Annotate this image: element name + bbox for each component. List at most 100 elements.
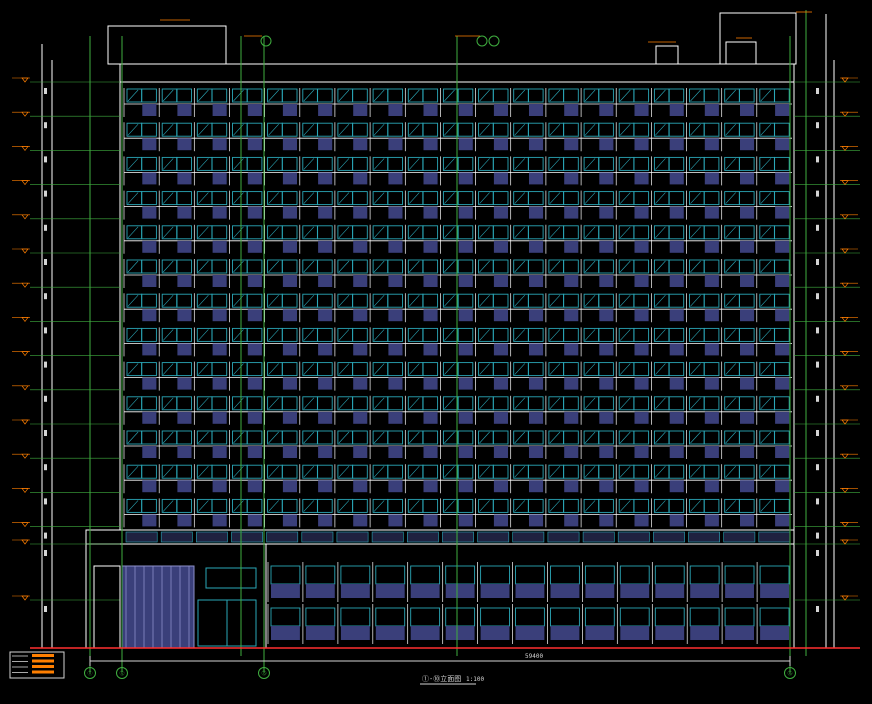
dimension-glyph <box>44 498 47 505</box>
podium-window-glass <box>271 626 300 640</box>
tower-window-glass <box>247 411 262 424</box>
tower-window-glass <box>529 377 544 390</box>
tower-window-glass <box>318 104 333 116</box>
podium-window-glass <box>271 584 300 598</box>
tower-window-glass <box>634 275 649 287</box>
tower-window-glass <box>142 138 157 151</box>
tower-window-glass <box>493 104 508 116</box>
tower-window-glass <box>212 206 227 219</box>
tower-window-glass <box>669 275 684 287</box>
transfer-window <box>196 531 228 543</box>
tower-window-glass <box>353 377 368 390</box>
tower-window-glass <box>353 104 368 116</box>
tower-window-glass <box>458 377 473 390</box>
tower-window-glass <box>740 309 755 322</box>
podium-window-glass <box>515 626 545 640</box>
tower-window-glass <box>142 514 157 527</box>
tower-window-glass <box>493 172 508 185</box>
tower-window-glass <box>740 411 755 424</box>
tower-window-glass <box>318 172 333 185</box>
tower-window-glass <box>458 104 473 116</box>
tower-window-glass <box>142 377 157 390</box>
legend-label-block <box>32 654 54 657</box>
podium-window-glass <box>410 626 440 640</box>
dimension-glyph <box>44 156 47 163</box>
dimension-glyph <box>44 224 47 231</box>
tower-window-glass <box>775 206 790 219</box>
tower-window-glass <box>493 343 508 356</box>
legend-label-block <box>32 665 54 668</box>
tower-window-glass <box>740 104 755 116</box>
podium-window-glass <box>585 626 615 640</box>
tower-window-glass <box>458 309 473 322</box>
tower-window-glass <box>388 343 403 356</box>
legend-label-block <box>32 659 54 663</box>
podium-window-glass <box>305 626 335 640</box>
tower-window-glass <box>318 377 333 390</box>
axis-label: ⑪ <box>87 670 92 677</box>
transfer-window <box>512 531 545 543</box>
podium-window-glass <box>410 584 440 598</box>
tower-window-glass <box>142 172 157 185</box>
tower-window-glass <box>388 480 403 493</box>
tower-window-glass <box>423 411 438 424</box>
tower-window-glass <box>177 275 192 287</box>
dimension-glyph <box>816 190 819 197</box>
tower-window-glass <box>423 480 438 493</box>
tower-window-glass <box>493 514 508 527</box>
tower-window-glass <box>282 411 297 424</box>
tower-window-glass <box>669 446 684 458</box>
tower-window-glass <box>599 138 614 151</box>
tower-window-glass <box>458 446 473 458</box>
transfer-window <box>301 531 334 543</box>
tower-window-glass <box>247 206 262 219</box>
tower-window-glass <box>177 446 192 458</box>
entrance-glass-wall <box>121 565 195 649</box>
dimension-glyph <box>816 88 819 94</box>
tower-window-glass <box>247 309 262 322</box>
tower-window-glass <box>353 343 368 356</box>
tower-window-glass <box>458 138 473 151</box>
tower-window-glass <box>318 446 333 458</box>
dimension-glyph <box>816 606 819 612</box>
tower-window-glass <box>704 240 719 253</box>
tower-window-glass <box>458 172 473 185</box>
tower-window-glass <box>775 104 790 116</box>
podium-window-glass <box>655 584 685 598</box>
dimension-glyph <box>816 122 819 129</box>
tower-window-glass <box>388 514 403 527</box>
tower-window-glass <box>564 240 579 253</box>
tower-window-glass <box>423 172 438 185</box>
tower-window-glass <box>458 343 473 356</box>
tower-window-glass <box>564 411 579 424</box>
tower-window-glass <box>247 138 262 151</box>
dimension-glyph <box>44 430 47 436</box>
podium-window-glass <box>480 584 510 598</box>
tower-window-glass <box>740 480 755 493</box>
tower-window-glass <box>634 240 649 253</box>
drawing-scale: 1:100 <box>466 676 484 683</box>
tower-window-glass <box>458 411 473 424</box>
tower-window-glass <box>775 480 790 493</box>
tower-window-glass <box>353 240 368 253</box>
tower-window-glass <box>775 343 790 356</box>
tower-window-glass <box>740 206 755 219</box>
tower-window-glass <box>669 480 684 493</box>
tower-window-glass <box>740 275 755 287</box>
podium-window-glass <box>585 584 615 598</box>
tower-window-glass <box>458 206 473 219</box>
tower-window-glass <box>704 343 719 356</box>
tower-window-glass <box>458 514 473 527</box>
tower-window-glass <box>599 240 614 253</box>
tower-window-glass <box>599 514 614 527</box>
tower-window-glass <box>669 240 684 253</box>
tower-window-glass <box>388 172 403 185</box>
podium-window-glass <box>725 626 754 640</box>
tower-window-glass <box>599 411 614 424</box>
tower-window-glass <box>282 172 297 185</box>
tower-window-glass <box>353 275 368 287</box>
tower-window-glass <box>599 480 614 493</box>
tower-window-glass <box>634 514 649 527</box>
elevation-drawing: 59400 ⑪ ⑫ ⑮ ⑯ ①-⑩立面图 1:100 <box>0 0 872 700</box>
tower-window-glass <box>529 206 544 219</box>
